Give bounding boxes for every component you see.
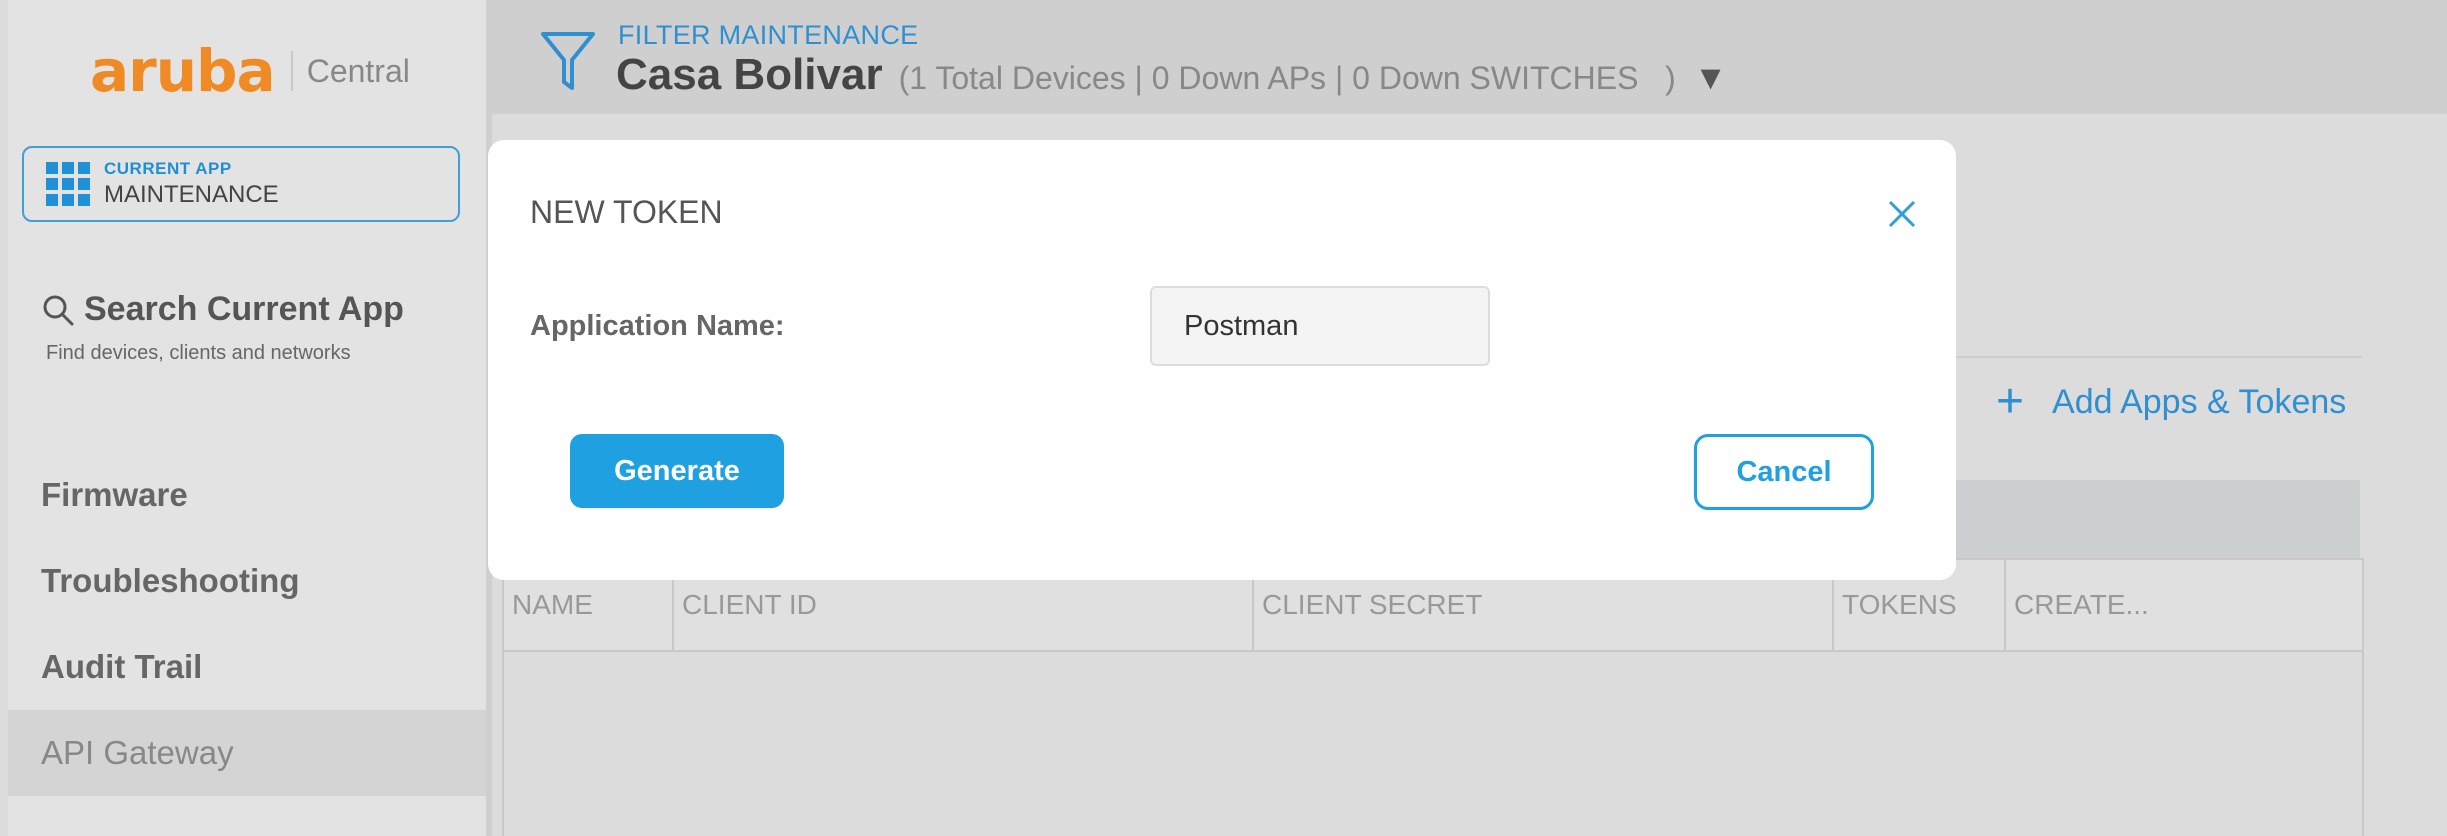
sidebar-item-firmware[interactable]: Firmware (8, 452, 486, 538)
search-current-app[interactable]: Search Current App (42, 290, 404, 329)
aruba-logo[interactable]: aruba Central (90, 42, 410, 100)
cancel-button[interactable]: Cancel (1694, 434, 1874, 510)
apps-tokens-table: NAME CLIENT ID CLIENT SECRET TOKENS CREA… (502, 558, 2364, 836)
column-header-created[interactable]: CREATE... (2006, 560, 2362, 650)
search-subtitle: Find devices, clients and networks (46, 342, 351, 364)
filter-label: FILTER MAINTENANCE (618, 20, 919, 50)
dialog-title: NEW TOKEN (530, 194, 723, 230)
sidebar-item-api-gateway[interactable]: API Gateway (8, 710, 486, 796)
plus-icon: + (1996, 375, 2025, 428)
current-app-name: MAINTENANCE (104, 181, 279, 208)
sidebar-item-audit-trail[interactable]: Audit Trail (8, 624, 486, 710)
new-token-dialog: NEW TOKEN Application Name: Generate Can… (488, 140, 1956, 580)
filter-icon[interactable] (540, 30, 596, 92)
application-name-label: Application Name: (530, 310, 785, 342)
search-icon (43, 295, 74, 325)
logo-product-name: Central (306, 52, 410, 89)
add-apps-tokens-button[interactable]: + Add Apps & Tokens (1996, 378, 2346, 426)
add-apps-tokens-label: Add Apps & Tokens (2052, 382, 2347, 421)
current-app-switcher[interactable]: CURRENT APP MAINTENANCE (22, 146, 460, 222)
close-icon[interactable] (1884, 196, 1920, 232)
app-grid-icon (46, 162, 90, 206)
site-stats: (1 Total Devices | 0 Down APs | 0 Down S… (898, 60, 1676, 96)
site-filter-selector[interactable]: Casa Bolivar (1 Total Devices | 0 Down A… (616, 50, 1727, 100)
search-title: Search Current App (84, 290, 404, 328)
sidebar-item-troubleshooting[interactable]: Troubleshooting (8, 538, 486, 624)
section-divider (1950, 356, 2362, 358)
generate-button[interactable]: Generate (570, 434, 784, 508)
application-name-input[interactable] (1150, 286, 1490, 366)
current-app-kicker: CURRENT APP (104, 159, 232, 178)
logo-wordmark: aruba (90, 37, 276, 105)
logo-divider (290, 51, 293, 91)
site-name: Casa Bolivar (616, 50, 883, 99)
caret-down-icon[interactable]: ▼ (1694, 59, 1728, 98)
